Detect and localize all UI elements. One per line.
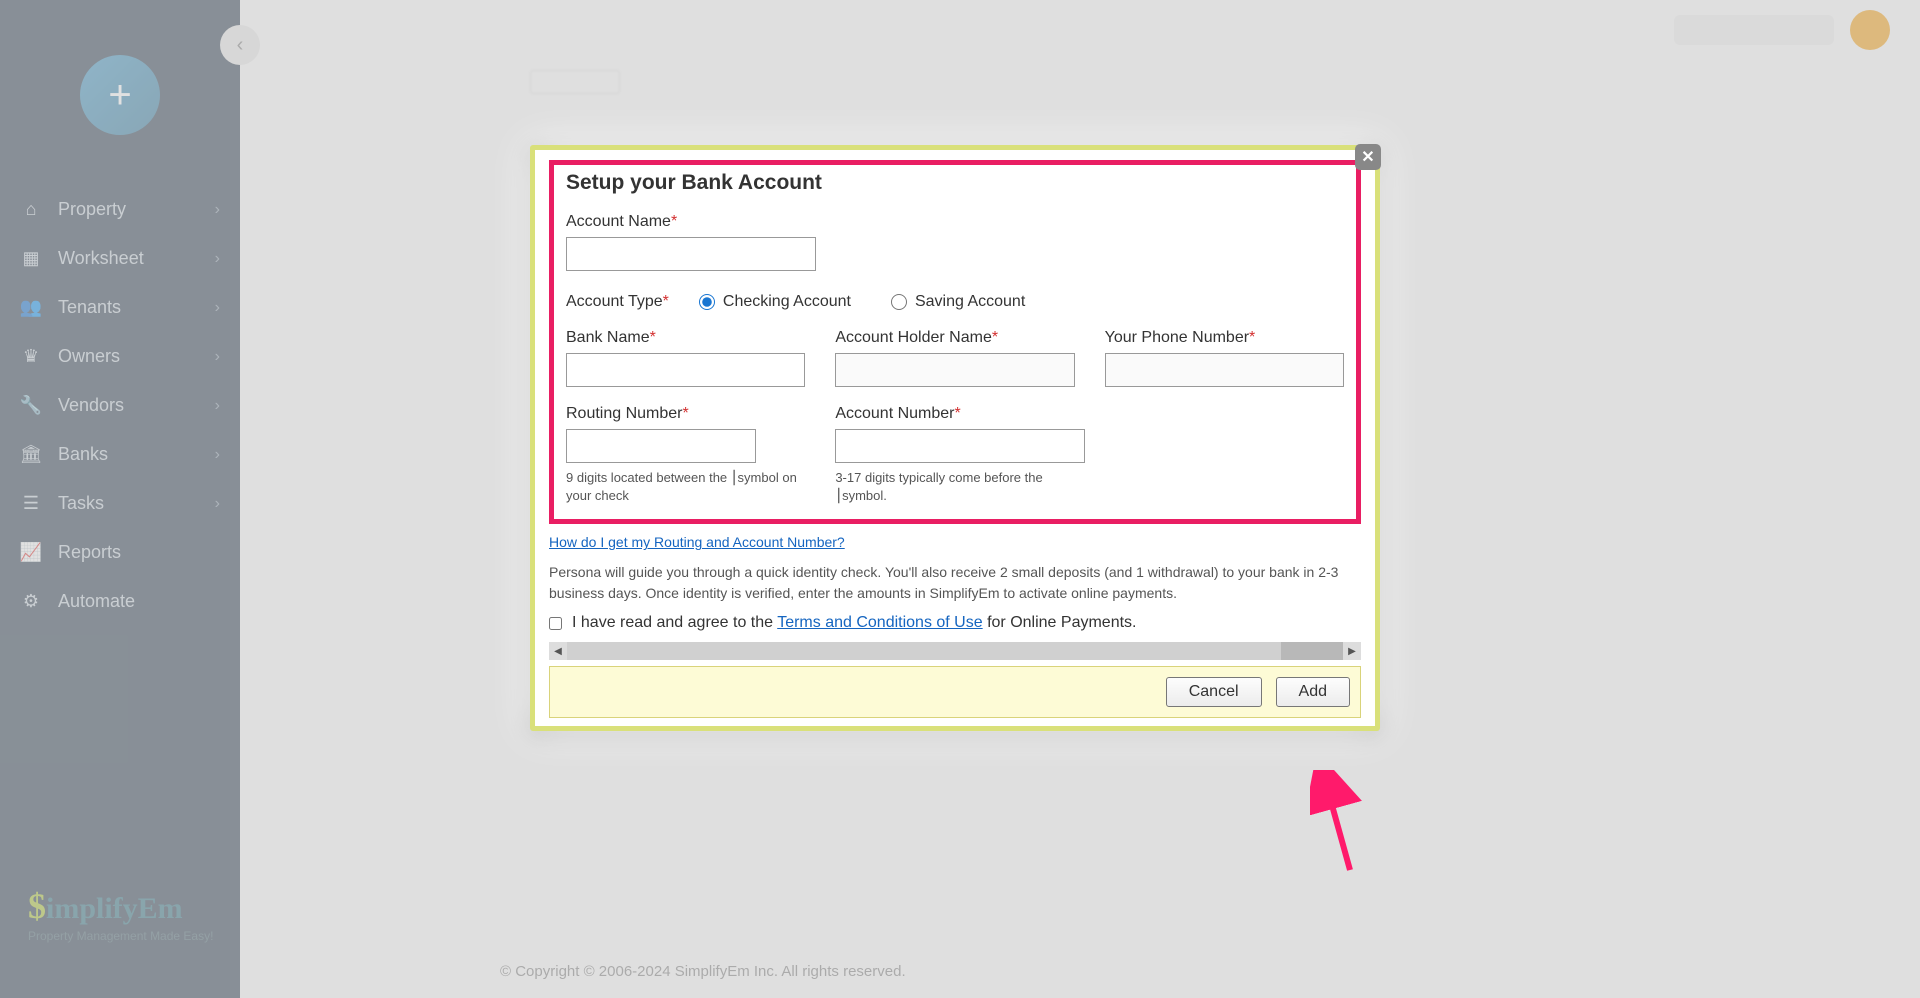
saving-radio-option[interactable]: Saving Account bbox=[891, 293, 1025, 311]
persona-info-text: Persona will guide you through a quick i… bbox=[549, 562, 1361, 604]
horizontal-scrollbar[interactable]: ◀ ▶ bbox=[549, 642, 1361, 660]
account-number-label: Account Number* bbox=[835, 405, 1074, 423]
account-type-label: Account Type* bbox=[566, 293, 669, 311]
account-holder-label: Account Holder Name* bbox=[835, 329, 1074, 347]
highlight-box: Setup your Bank Account Account Name* Ac… bbox=[549, 160, 1361, 524]
account-name-label: Account Name* bbox=[566, 213, 1344, 231]
add-button[interactable]: Add bbox=[1276, 677, 1350, 707]
terms-checkbox[interactable] bbox=[549, 617, 562, 630]
checking-radio-option[interactable]: Checking Account bbox=[699, 293, 851, 311]
account-number-hint: 3-17 digits typically come before the ⎮s… bbox=[835, 469, 1074, 505]
phone-input[interactable] bbox=[1105, 353, 1344, 387]
routing-help-link[interactable]: How do I get my Routing and Account Numb… bbox=[549, 534, 845, 550]
scroll-left-arrow[interactable]: ◀ bbox=[549, 642, 567, 660]
terms-link[interactable]: Terms and Conditions of Use bbox=[777, 614, 982, 631]
bank-name-label: Bank Name* bbox=[566, 329, 805, 347]
scroll-thumb[interactable] bbox=[567, 642, 1281, 660]
account-name-input[interactable] bbox=[566, 237, 816, 271]
cancel-button[interactable]: Cancel bbox=[1166, 677, 1262, 707]
terms-text: I have read and agree to the Terms and C… bbox=[572, 614, 1136, 632]
checking-radio-label: Checking Account bbox=[723, 293, 851, 311]
scroll-track[interactable] bbox=[567, 642, 1343, 660]
modal-button-bar: Cancel Add bbox=[549, 666, 1361, 718]
saving-radio[interactable] bbox=[891, 294, 907, 310]
modal-title: Setup your Bank Account bbox=[566, 171, 1344, 195]
modal-close-button[interactable]: ✕ bbox=[1355, 144, 1381, 170]
bank-account-modal: ✕ Setup your Bank Account Account Name* … bbox=[530, 145, 1380, 731]
phone-label: Your Phone Number* bbox=[1105, 329, 1344, 347]
bank-name-input[interactable] bbox=[566, 353, 805, 387]
account-number-input[interactable] bbox=[835, 429, 1085, 463]
close-icon: ✕ bbox=[1361, 147, 1374, 167]
account-holder-input[interactable] bbox=[835, 353, 1074, 387]
routing-number-input[interactable] bbox=[566, 429, 756, 463]
routing-hint: 9 digits located between the ⎮symbol on … bbox=[566, 469, 805, 505]
saving-radio-label: Saving Account bbox=[915, 293, 1025, 311]
checking-radio[interactable] bbox=[699, 294, 715, 310]
routing-number-label: Routing Number* bbox=[566, 405, 805, 423]
scroll-right-arrow[interactable]: ▶ bbox=[1343, 642, 1361, 660]
